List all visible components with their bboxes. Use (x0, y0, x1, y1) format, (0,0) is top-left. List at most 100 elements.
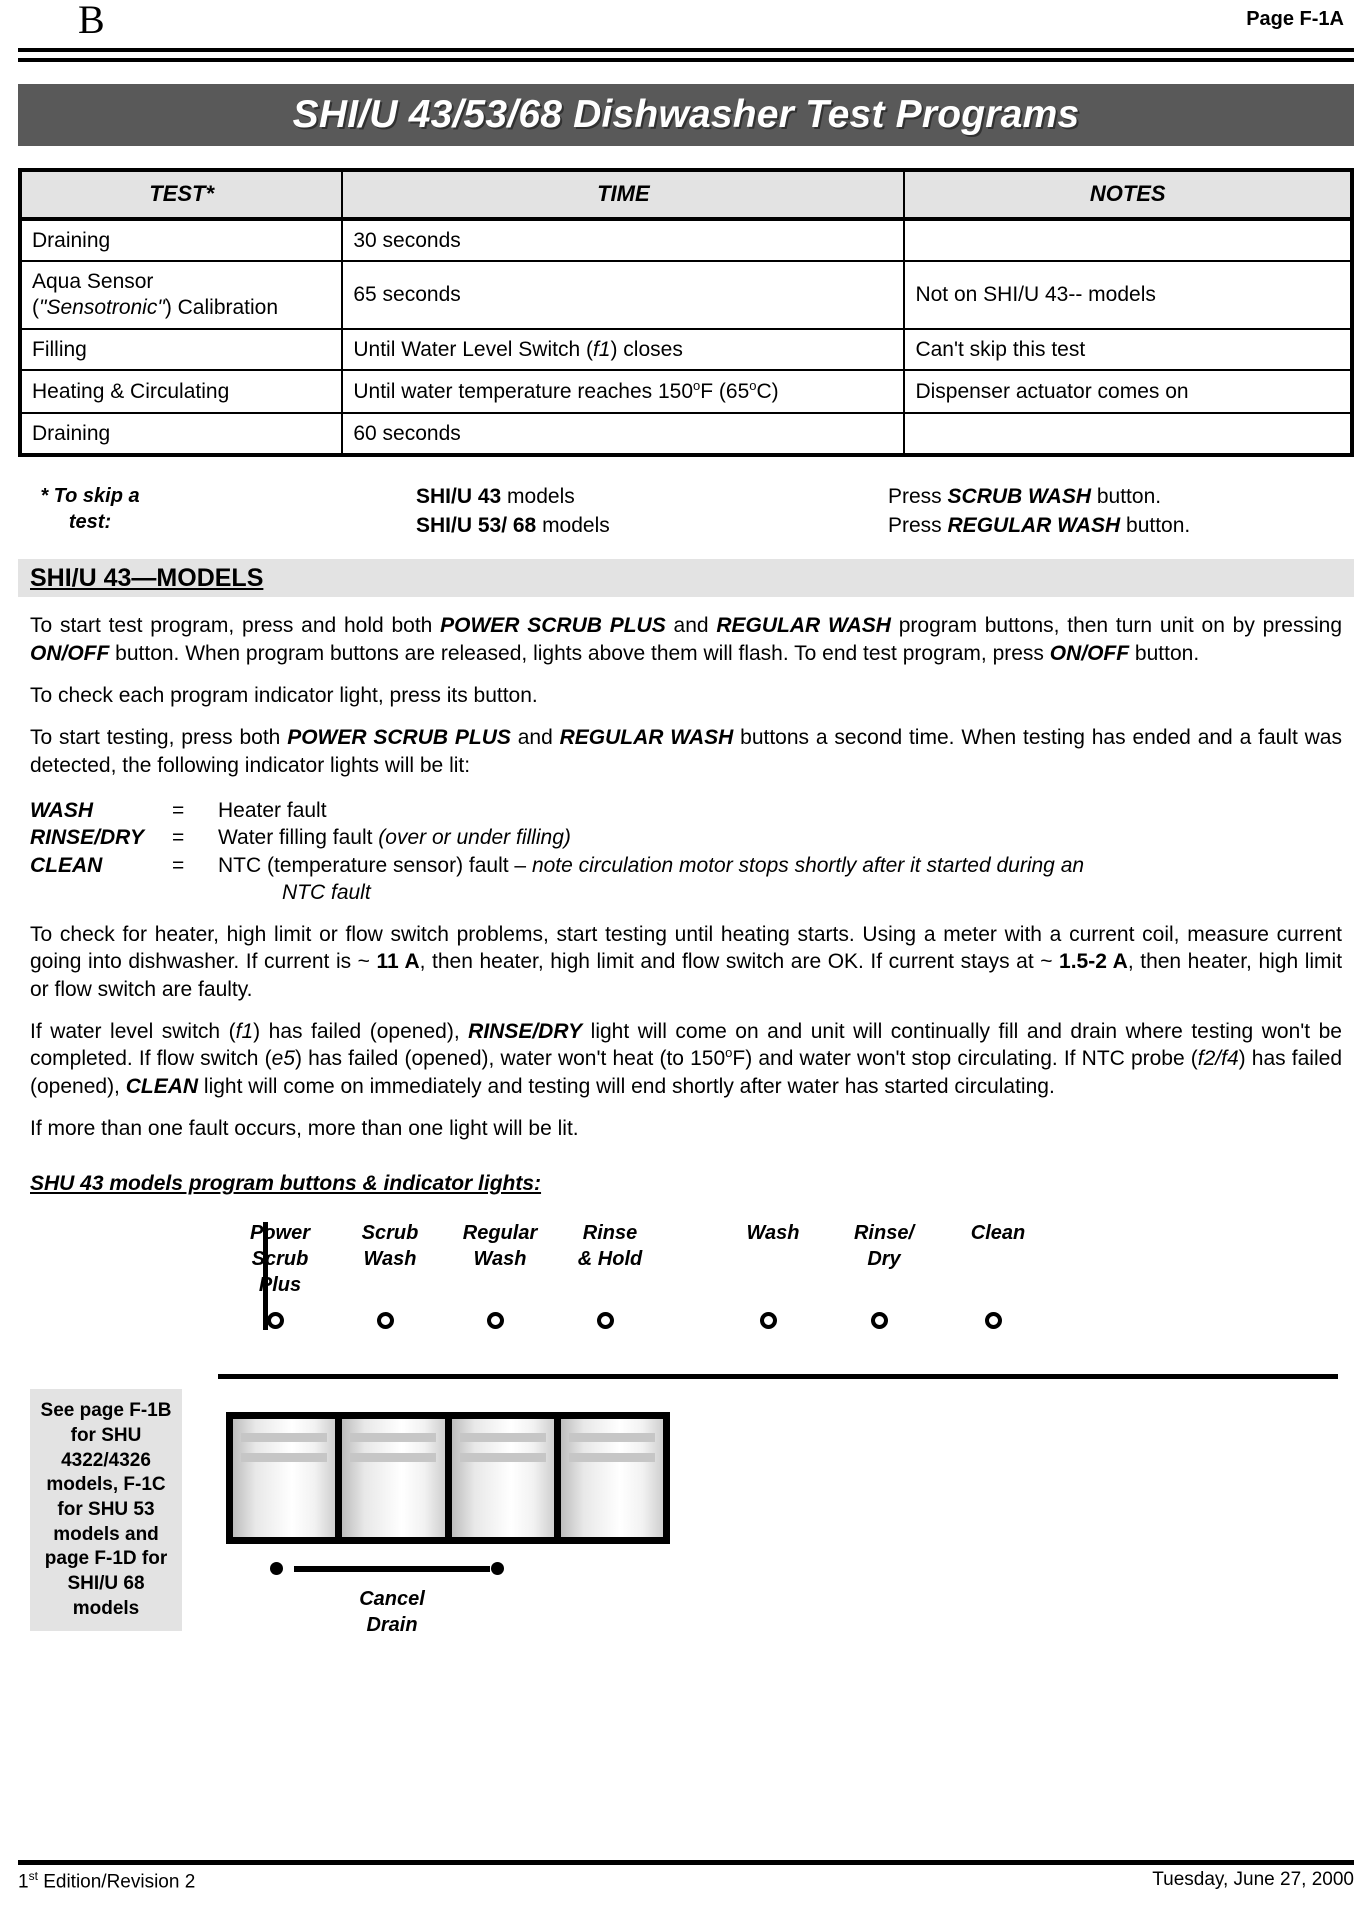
fault-description: Water filling fault (over or under filli… (218, 824, 1342, 851)
action-post: button. (1120, 513, 1191, 537)
switch-code-f1: f1 (235, 1020, 254, 1044)
button-name-on-off-2: ON/OFF (1049, 641, 1130, 665)
p5-a: If water level switch ( (30, 1020, 236, 1044)
label-line: Wash (746, 1222, 800, 1245)
label-scrub-wash: Scrub Wash (330, 1220, 450, 1272)
page-title: SHI/U 43/53/68 Dishwasher Test Programs (292, 93, 1080, 136)
fault-equals: = (172, 798, 185, 822)
edition-number: 1 (18, 1871, 29, 1892)
column-header-test: TEST* (18, 169, 344, 221)
indicator-light-rinse-and-hold[interactable] (597, 1312, 614, 1330)
label-line: Rinse (582, 1222, 638, 1245)
cell-test: Filling (18, 327, 344, 372)
program-button-1[interactable] (233, 1419, 343, 1538)
label-line: Power (249, 1222, 311, 1245)
time-mid: F (65 (700, 380, 750, 404)
fault-text: Heater fault (218, 798, 327, 822)
label-rinse-dry: Rinse/ Dry (824, 1220, 944, 1272)
p1-d: button. When program buttons are release… (109, 641, 1050, 665)
button-name-scrub-wash: SCRUB WASH (947, 485, 1092, 509)
cell-time: 30 seconds (341, 217, 906, 263)
diagram-heading: SHU 43 models program buttons & indicato… (30, 1172, 542, 1196)
program-button-3[interactable] (451, 1419, 561, 1538)
cell-notes (903, 411, 1353, 457)
edition-ordinal-suffix: st (28, 1868, 38, 1883)
cell-time: 65 seconds (341, 260, 906, 330)
table-row: Heating & Circulating Until water temper… (18, 369, 1353, 414)
button-name-power-scrub-plus: POWER SCRUB PLUS (440, 614, 666, 638)
p1-c: program buttons, then turn unit on by pr… (890, 614, 1342, 638)
current-value-1p5-2a: 1.5-2 A (1059, 950, 1128, 974)
button-slot-icon (350, 1453, 437, 1463)
document-page: B Page F-1A SHI/U 43/53/68 Dishwasher Te… (0, 0, 1372, 1915)
control-panel-diagram: Power Scrub Plus Scrub Wash Regular Wash… (18, 1214, 1354, 1636)
section-heading-band: SHI/U 43—MODELS (18, 559, 1354, 598)
label-line: Scrub (251, 1248, 309, 1271)
label-line: Dry (867, 1248, 901, 1271)
p3-a: To start testing, press both (30, 726, 288, 750)
label-line: Regular (462, 1222, 538, 1245)
degree-symbol-c: o (749, 378, 757, 394)
time-pre: Until water temperature reaches 150 (353, 380, 694, 404)
switch-code-f1: f1 (592, 337, 611, 361)
column-header-time: TIME (341, 169, 906, 221)
paragraph-current-check: To check for heater, high limit or flow … (30, 921, 1342, 1003)
footer-date: Tuesday, June 27, 2000 (1152, 1868, 1354, 1890)
fault-text-emphasis: (over or under filling) (378, 826, 571, 850)
button-name-regular-wash: REGULAR WASH (947, 513, 1121, 537)
fault-light-clean: CLEAN (30, 853, 103, 877)
button-slot-icon (568, 1453, 655, 1463)
indicator-light-power-scrub-plus[interactable] (267, 1312, 284, 1330)
paragraph-check-indicator-light: To check each program indicator light, p… (30, 684, 538, 708)
page-header: B Page F-1A (18, 0, 1354, 48)
fault-row: WASH = Heater fault (30, 797, 1342, 824)
label-power-scrub-plus: Power Scrub Plus (220, 1220, 340, 1298)
skip-test-label: * To skip a test: (40, 485, 140, 534)
model-suffix: models (536, 513, 610, 537)
time-post: C) (756, 380, 779, 404)
switch-code-f2-f4: f2/f4 (1197, 1047, 1239, 1071)
program-button-2[interactable] (342, 1419, 452, 1538)
edition-text: Edition/Revision 2 (37, 1871, 196, 1892)
table-row: Filling Until Water Level Switch (f1) cl… (18, 327, 1353, 372)
fault-indicator-legend: WASH = Heater fault RINSE/DRY = Water fi… (30, 797, 1342, 906)
time-post: ) closes (610, 337, 683, 361)
indicator-light-wash[interactable] (760, 1312, 777, 1330)
skip-test-action-row: Press REGULAR WASH button. (888, 512, 1190, 540)
fault-description-continued: NTC fault (282, 880, 371, 904)
p1-e: button. (1129, 641, 1200, 665)
fault-description: Heater fault (218, 797, 1342, 824)
p5-d: ) has failed (opened), water won't heat … (294, 1047, 726, 1071)
see-other-pages-note: See page F-1B for SHU 4322/4326 models, … (30, 1389, 182, 1632)
program-button-4[interactable] (560, 1419, 663, 1538)
label-line: Scrub (361, 1222, 419, 1245)
program-button-bank (226, 1412, 670, 1545)
button-name-regular-wash: REGULAR WASH (559, 726, 734, 750)
paragraph-switch-failures: If water level switch (f1 ) has failed (o… (30, 1018, 1342, 1100)
indicator-light-scrub-wash[interactable] (377, 1312, 394, 1330)
skip-test-note: * To skip a test: SHI/U 43 models SHI/U … (18, 483, 1354, 539)
label-line: Clean (970, 1222, 1026, 1245)
time-pre: Until Water Level Switch ( (353, 337, 593, 361)
p1-b: and (665, 614, 717, 638)
label-regular-wash: Regular Wash (440, 1220, 560, 1272)
cell-test-line1: Aqua Sensor (32, 270, 154, 294)
model-name-53-68: SHI/U 53/ 68 (416, 513, 537, 537)
footer-edition: 1st Edition/Revision 2 (18, 1869, 195, 1893)
column-header-notes: NOTES (903, 169, 1353, 221)
fault-light-clean: CLEAN (125, 1074, 199, 1098)
cell-notes: Can't skip this test (903, 327, 1353, 372)
fault-light-wash: WASH (30, 798, 93, 822)
cancel-drain-dot-right (491, 1562, 504, 1576)
indicator-light-rinse-dry[interactable] (871, 1312, 888, 1330)
indicator-light-clean[interactable] (985, 1312, 1002, 1330)
button-name-power-scrub-plus: POWER SCRUB PLUS (287, 726, 511, 750)
indicator-light-regular-wash[interactable] (487, 1312, 504, 1330)
cell-time: 60 seconds (341, 411, 906, 457)
current-value-11a: 11 A (376, 950, 420, 974)
model-suffix: models (501, 485, 575, 509)
table-row: Aqua Sensor ("Sensotronic") Calibration … (18, 260, 1353, 330)
table-row: Draining 30 seconds (18, 217, 1353, 263)
model-name-43: SHI/U 43 (416, 485, 502, 509)
fault-equals: = (172, 853, 185, 877)
